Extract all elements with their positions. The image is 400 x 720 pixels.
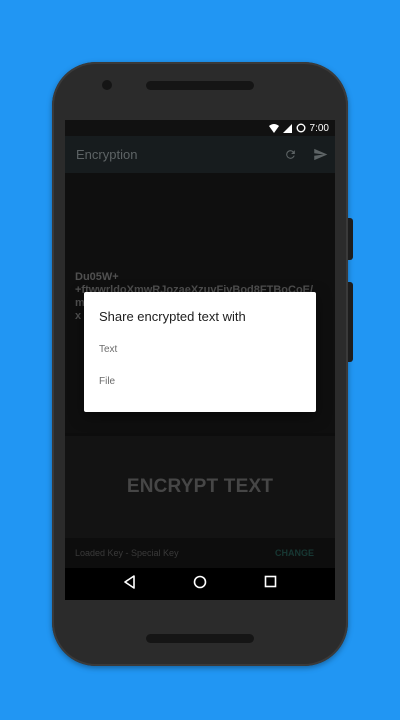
share-dialog: Share encrypted text with Text File xyxy=(84,292,316,412)
bottom-speaker xyxy=(146,634,254,643)
home-icon[interactable] xyxy=(193,575,207,594)
status-time: 7:00 xyxy=(309,122,329,134)
status-bar: 7:00 xyxy=(65,120,335,136)
front-camera xyxy=(102,80,112,90)
power-button xyxy=(348,282,353,362)
battery-icon xyxy=(296,123,306,133)
navigation-bar xyxy=(65,568,335,600)
wifi-icon xyxy=(268,123,279,133)
recents-icon[interactable] xyxy=(264,575,277,593)
top-speaker xyxy=(146,81,254,90)
dialog-title: Share encrypted text with xyxy=(99,309,246,324)
back-icon[interactable] xyxy=(123,574,137,594)
share-option-file[interactable]: File xyxy=(99,376,115,387)
signal-icon xyxy=(282,123,292,133)
volume-button xyxy=(348,218,353,260)
share-option-text[interactable]: Text xyxy=(99,344,117,355)
